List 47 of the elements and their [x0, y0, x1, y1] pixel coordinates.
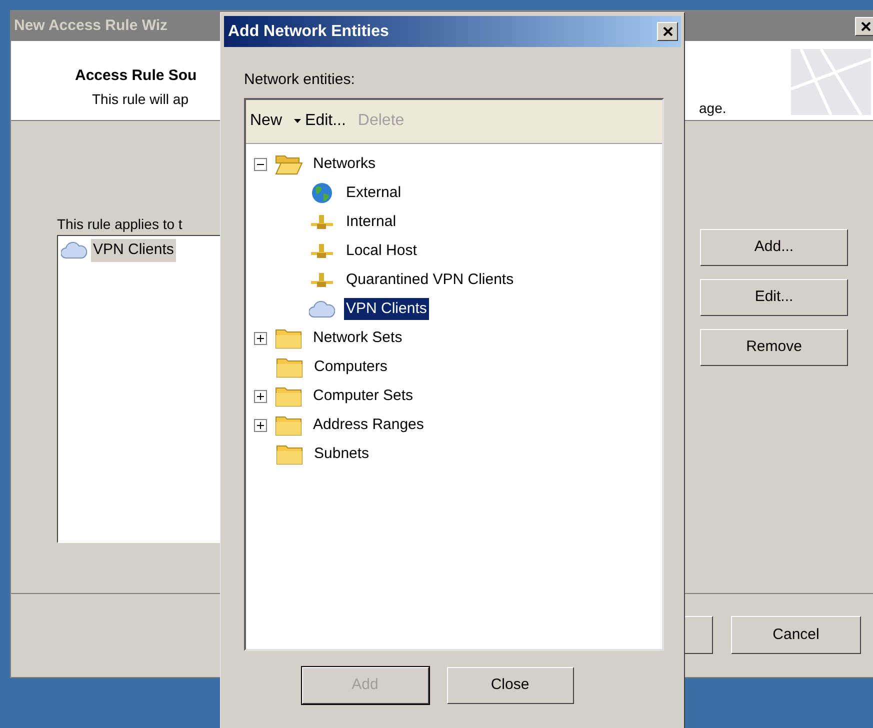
close-icon [860, 22, 870, 30]
caret-icon [294, 119, 302, 123]
header-text: This rule will ap [92, 90, 188, 109]
dialog-button[interactable]: Add... [700, 229, 848, 266]
open-folder-icon [275, 153, 303, 175]
dialog-button[interactable]: Cancel [731, 616, 861, 654]
close-button[interactable] [657, 22, 678, 41]
expander-icon[interactable] [254, 158, 267, 170]
body-label: This rule applies to t [57, 215, 182, 234]
window-title: New Access Rule Wiz [14, 16, 168, 36]
tree-item[interactable]: Network Sets [311, 327, 404, 349]
folder-icon [276, 356, 304, 378]
header-title: Access Rule Sou [75, 66, 197, 86]
folder-icon [276, 443, 304, 465]
folder-icon [275, 385, 303, 407]
tree-item[interactable]: Computers [312, 356, 390, 378]
header-text: age. [699, 99, 726, 118]
dialog-button[interactable]: Close [446, 666, 574, 704]
close-button[interactable] [855, 16, 873, 36]
tree-item[interactable]: External [344, 182, 404, 204]
tree-item[interactable]: Networks [311, 153, 378, 175]
dialog-title: Add Network Entities [228, 22, 389, 42]
network-icon [310, 213, 334, 231]
cloud-icon [309, 299, 335, 319]
dialog-button[interactable]: Remove [700, 329, 848, 366]
network-icon [310, 242, 334, 260]
tree-item[interactable]: Computer Sets [311, 385, 416, 407]
tree-item[interactable]: Quarantined VPN Clients [344, 269, 516, 291]
toolbar-button[interactable]: New [250, 109, 282, 133]
entities-label: Network entities: [244, 70, 356, 90]
expander-icon[interactable] [254, 418, 267, 432]
globe-icon [311, 182, 333, 204]
close-icon [662, 27, 672, 36]
expander-icon[interactable] [254, 390, 267, 402]
expander-icon[interactable] [254, 332, 267, 344]
dialog-button[interactable]: Edit... [700, 279, 848, 316]
folder-icon [275, 414, 303, 436]
cloud-icon [61, 240, 87, 260]
tree-item[interactable]: VPN Clients [344, 298, 429, 320]
tree-item[interactable]: Internal [344, 211, 398, 233]
tree-item[interactable]: Address Ranges [311, 414, 426, 436]
toolbar-button[interactable]: Edit... [305, 109, 346, 133]
folder-icon [275, 327, 303, 349]
tree-item[interactable]: Subnets [312, 443, 372, 465]
tree-item[interactable]: Local Host [344, 240, 419, 262]
list-item[interactable]: VPN Clients [91, 239, 176, 262]
network-icon [310, 271, 334, 289]
